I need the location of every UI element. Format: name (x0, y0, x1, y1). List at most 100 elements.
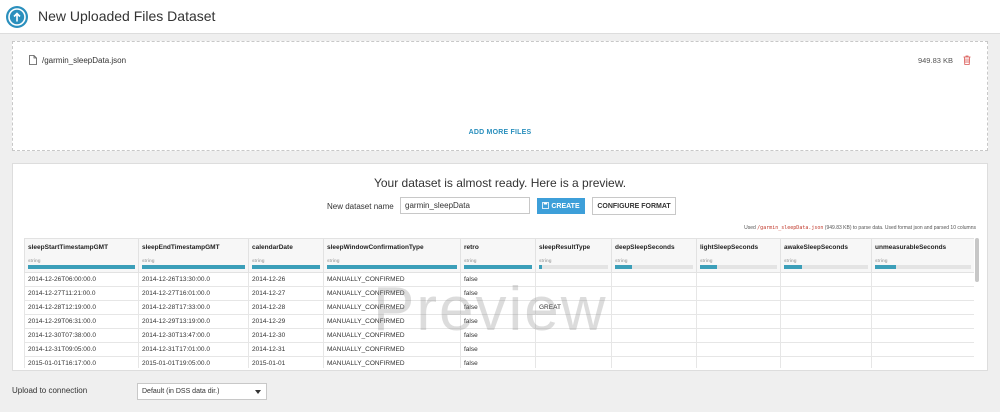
create-button-label: CREATE (551, 203, 580, 210)
table-cell (780, 314, 872, 329)
column-header[interactable]: sleepResultType string (535, 238, 612, 273)
column-validity-fill (700, 265, 717, 269)
column-header[interactable]: lightSleepSeconds string (696, 238, 781, 273)
create-button[interactable]: CREATE (537, 198, 585, 214)
table-cell: 2014-12-27T11:21:00.0 (24, 286, 139, 301)
table-cell (611, 328, 697, 343)
column-type: string (875, 258, 888, 263)
table-cell (696, 328, 781, 343)
column-type: string (539, 258, 552, 263)
column-validity-fill (615, 265, 633, 269)
table-cell: 2015-01-01T16:17:00.0 (24, 356, 139, 368)
table-cell: 2014-12-28T17:33:00.0 (138, 300, 249, 315)
column-header[interactable]: calendarDate string (248, 238, 324, 273)
column-validity-bar (784, 265, 868, 269)
table-scrollbar[interactable] (975, 238, 979, 282)
table-cell (611, 300, 697, 315)
column-header[interactable]: sleepWindowConfirmationType string (323, 238, 461, 273)
preview-table-container[interactable]: sleepStartTimestampGMT string sleepEndTime… (24, 238, 974, 368)
column-type: string (327, 258, 340, 263)
table-cell (535, 342, 612, 357)
column-type: string (464, 258, 477, 263)
table-cell: false (460, 356, 536, 368)
column-name: unmeasurableSeconds (875, 244, 947, 251)
column-validity-bar (142, 265, 245, 269)
column-validity-fill (327, 265, 457, 269)
table-cell: 2014-12-28 (248, 300, 324, 315)
table-cell: 2014-12-26T13:30:00.0 (138, 272, 249, 287)
table-cell: 2014-12-31T17:01:00.0 (138, 342, 249, 357)
table-cell (780, 300, 872, 315)
column-header[interactable]: retro string (460, 238, 536, 273)
table-cell (871, 300, 974, 315)
table-cell: 2014-12-30 (248, 328, 324, 343)
app-header: New Uploaded Files Dataset (0, 0, 1000, 34)
table-cell: 2014-12-31T09:05:00.0 (24, 342, 139, 357)
table-cell (780, 356, 872, 368)
table-cell: 2014-12-26 (248, 272, 324, 287)
caret-down-icon (255, 390, 261, 394)
table-cell: GREAT (535, 300, 612, 315)
table-cell: 2014-12-29 (248, 314, 324, 329)
column-validity-fill (875, 265, 897, 269)
column-name: sleepWindowConfirmationType (327, 244, 424, 251)
column-header[interactable]: awakeSleepSeconds string (780, 238, 872, 273)
table-cell: false (460, 272, 536, 287)
table-cell: MANUALLY_CONFIRMED (323, 300, 461, 315)
table-cell (611, 286, 697, 301)
page-title: New Uploaded Files Dataset (38, 8, 216, 24)
table-cell (535, 356, 612, 368)
table-cell (611, 272, 697, 287)
table-cell: 2014-12-26T06:00:00.0 (24, 272, 139, 287)
table-cell (871, 286, 974, 301)
dataset-name-input[interactable] (400, 197, 530, 214)
column-validity-bar (700, 265, 777, 269)
column-name: awakeSleepSeconds (784, 244, 848, 251)
connection-select-value: Default (in DSS data dir.) (142, 388, 220, 395)
table-cell (871, 272, 974, 287)
table-cell (696, 300, 781, 315)
table-cell: 2014-12-30T13:47:00.0 (138, 328, 249, 343)
table-cell (611, 314, 697, 329)
column-validity-fill (539, 265, 543, 269)
uploaded-file-name: /garmin_sleepData.json (42, 56, 127, 65)
column-validity-fill (142, 265, 245, 269)
parse-info-file: /garmin_sleepData.json (757, 225, 824, 231)
table-cell (780, 342, 872, 357)
table-cell (535, 286, 612, 301)
table-row: 2014-12-30T07:38:00.0 2014-12-30T13:47:00… (24, 328, 974, 343)
add-more-files-link[interactable]: ADD MORE FILES (13, 129, 987, 136)
table-cell (696, 286, 781, 301)
column-validity-bar (464, 265, 532, 269)
table-cell (871, 342, 974, 357)
table-row: 2015-01-01T16:17:00.0 2015-01-01T19:05:00… (24, 356, 974, 368)
table-cell (780, 272, 872, 287)
table-cell (696, 356, 781, 368)
trash-icon[interactable] (963, 55, 971, 65)
table-cell (696, 342, 781, 357)
column-type: string (252, 258, 265, 263)
column-validity-bar (28, 265, 135, 269)
column-header[interactable]: deepSleepSeconds string (611, 238, 697, 273)
table-cell: 2014-12-27 (248, 286, 324, 301)
uploaded-file-size: 949.83 KB (917, 56, 953, 65)
table-cell: MANUALLY_CONFIRMED (323, 328, 461, 343)
column-header[interactable]: sleepEndTimestampGMT string (138, 238, 249, 273)
table-cell (780, 286, 872, 301)
configure-format-button[interactable]: CONFIGURE FORMAT (592, 197, 676, 215)
column-validity-fill (464, 265, 532, 269)
table-cell: 2014-12-31 (248, 342, 324, 357)
upload-icon (6, 6, 28, 28)
preview-heading: Your dataset is almost ready. Here is a … (373, 176, 627, 190)
column-name: sleepEndTimestampGMT (142, 244, 220, 251)
table-cell: 2014-12-29T06:31:00.0 (24, 314, 139, 329)
file-upload-dropzone[interactable]: /garmin_sleepData.json 949.83 KB ADD MOR… (12, 41, 988, 151)
connection-select[interactable]: Default (in DSS data dir.) (137, 383, 267, 400)
column-header[interactable]: sleepStartTimestampGMT string (24, 238, 139, 273)
table-cell: false (460, 342, 536, 357)
column-type: string (142, 258, 155, 263)
column-validity-bar (327, 265, 457, 269)
save-icon (542, 202, 550, 209)
column-header[interactable]: unmeasurableSeconds string (871, 238, 974, 273)
table-cell: false (460, 314, 536, 329)
